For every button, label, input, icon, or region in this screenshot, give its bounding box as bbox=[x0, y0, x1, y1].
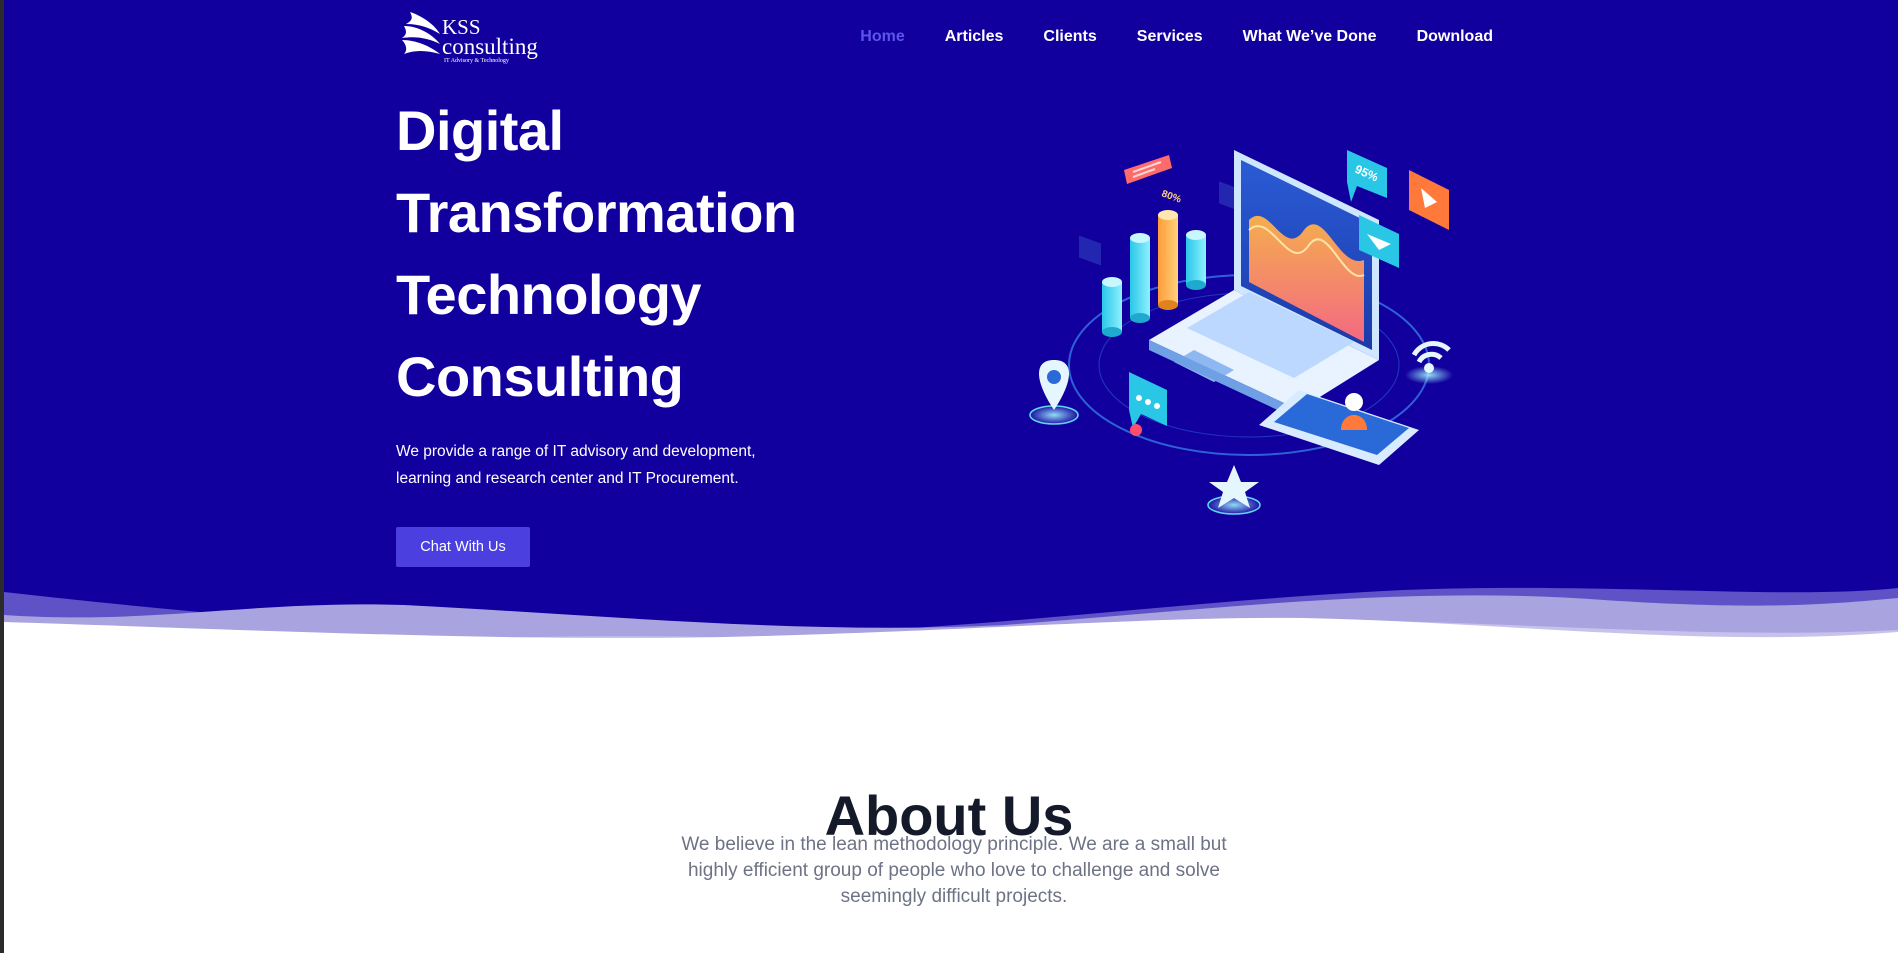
nav-home-link[interactable]: Home bbox=[860, 27, 904, 47]
logo-wing-icon bbox=[402, 12, 440, 54]
hero-description: We provide a range of IT advisory and de… bbox=[396, 438, 796, 492]
main-nav: Home Articles Clients Services What We’v… bbox=[820, 27, 1493, 47]
hero-description-line: learning and research center and IT Proc… bbox=[396, 470, 739, 487]
hero-title-line: Transformation bbox=[396, 181, 797, 244]
hero-title-line: Consulting bbox=[396, 345, 684, 408]
logo-text-bottom: consulting bbox=[442, 34, 538, 59]
bar-percent-label: 80% bbox=[1160, 188, 1183, 205]
logo-tagline: IT Advisory & Technology bbox=[444, 58, 509, 64]
hero-title: Digital Transformation Technology Consul… bbox=[396, 90, 876, 418]
nav-download-link[interactable]: Download bbox=[1417, 27, 1493, 47]
brand-logo[interactable]: KSS consulting IT Advisory & Technology bbox=[400, 10, 550, 66]
nav-clients-link[interactable]: Clients bbox=[1043, 27, 1096, 47]
nav-services-link[interactable]: Services bbox=[1137, 27, 1203, 47]
hero-wave-divider bbox=[4, 587, 1898, 660]
nav-portfolio-link[interactable]: What We’ve Done bbox=[1243, 27, 1377, 47]
laptop-analytics-illustration: 80% 95% bbox=[1028, 150, 1453, 515]
chat-with-us-button[interactable]: Chat With Us bbox=[396, 527, 530, 567]
hero-description-line: We provide a range of IT advisory and de… bbox=[396, 443, 756, 460]
hero-title-line: Digital bbox=[396, 99, 564, 162]
about-us-text: We believe in the lean methodology princ… bbox=[664, 832, 1244, 910]
about-us-text-line: seemingly difficult projects. bbox=[840, 886, 1068, 907]
hero-title-line: Technology bbox=[396, 263, 702, 326]
nav-articles-link[interactable]: Articles bbox=[945, 27, 1004, 47]
hero-section: KSS consulting IT Advisory & Technology … bbox=[4, 0, 1898, 660]
about-us-text-line: highly efficient group of people who lov… bbox=[687, 860, 1221, 881]
about-us-text-line: We believe in the lean methodology princ… bbox=[681, 834, 1227, 855]
